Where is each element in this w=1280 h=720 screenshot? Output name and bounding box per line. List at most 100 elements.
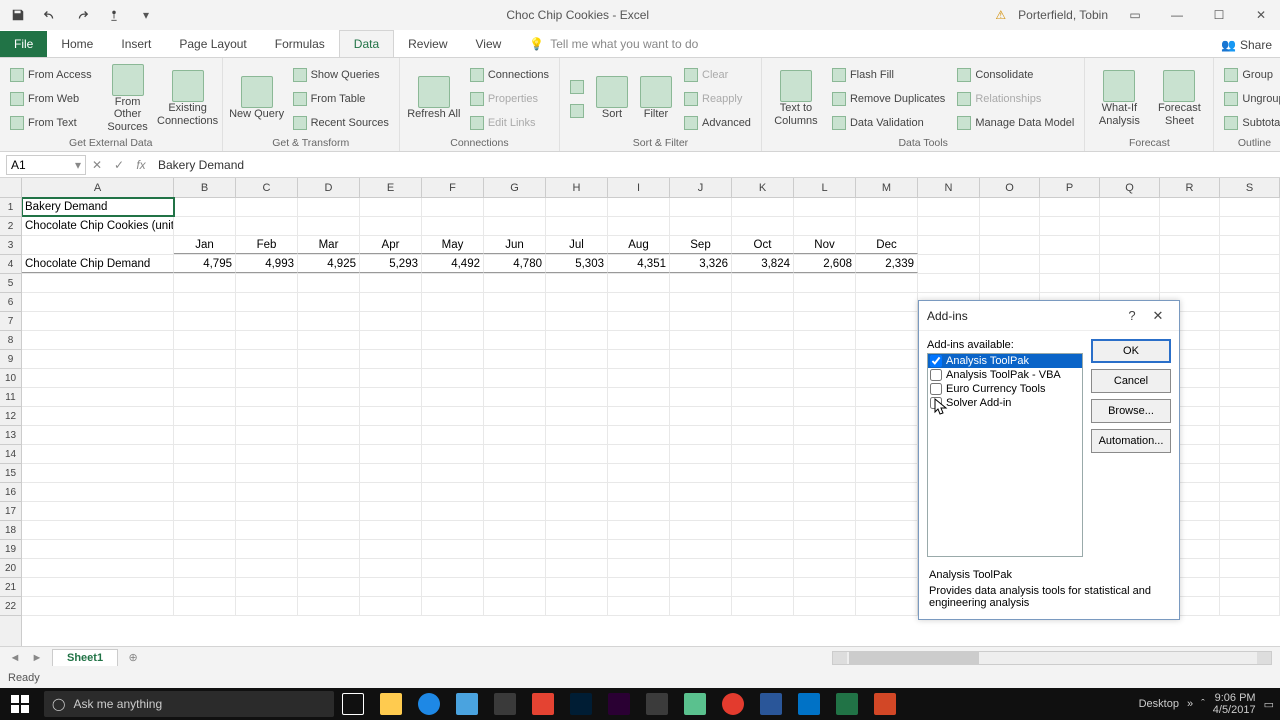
cell[interactable] <box>484 597 546 615</box>
row-header[interactable]: 22 <box>0 597 21 616</box>
cell[interactable] <box>484 540 546 558</box>
cell[interactable] <box>546 521 608 539</box>
task-view-icon[interactable] <box>334 688 372 720</box>
cell[interactable] <box>608 198 670 216</box>
cell[interactable] <box>670 350 732 368</box>
text-to-columns-button[interactable]: Text to Columns <box>768 64 824 134</box>
cell[interactable] <box>608 274 670 292</box>
cell[interactable] <box>546 350 608 368</box>
cell[interactable] <box>484 502 546 520</box>
cell[interactable] <box>608 521 670 539</box>
col-header[interactable]: L <box>794 178 856 197</box>
cell[interactable] <box>794 540 856 558</box>
cell[interactable] <box>546 597 608 615</box>
cell[interactable] <box>608 312 670 330</box>
excel-icon[interactable] <box>828 688 866 720</box>
cell[interactable] <box>732 521 794 539</box>
col-header[interactable]: A <box>22 178 174 197</box>
row-header[interactable]: 7 <box>0 312 21 331</box>
refresh-all-button[interactable]: Refresh All <box>406 64 462 134</box>
cell[interactable] <box>236 388 298 406</box>
cell[interactable]: 4,795 <box>174 255 236 273</box>
cell[interactable] <box>298 293 360 311</box>
manage-data-model-button[interactable]: Manage Data Model <box>953 112 1078 134</box>
cell[interactable] <box>918 198 980 216</box>
cell[interactable] <box>670 369 732 387</box>
cell[interactable] <box>174 578 236 596</box>
premiere-icon[interactable] <box>600 688 638 720</box>
connections-button[interactable]: Connections <box>466 64 553 86</box>
row-header[interactable]: 9 <box>0 350 21 369</box>
cell[interactable] <box>236 217 298 235</box>
cancel-formula-icon[interactable]: ✕ <box>86 158 108 172</box>
cell[interactable] <box>22 350 174 368</box>
cell[interactable]: Jul <box>546 236 608 254</box>
cell[interactable] <box>732 464 794 482</box>
cell[interactable] <box>236 445 298 463</box>
tab-view[interactable]: View <box>462 31 516 57</box>
cell[interactable] <box>856 445 918 463</box>
cell[interactable] <box>236 559 298 577</box>
cell[interactable]: 2,339 <box>856 255 918 273</box>
cell[interactable]: Chocolate Chip Demand <box>22 255 174 273</box>
cell[interactable] <box>22 483 174 501</box>
cell[interactable] <box>1220 445 1280 463</box>
cell[interactable] <box>732 274 794 292</box>
row-header[interactable]: 13 <box>0 426 21 445</box>
cell[interactable] <box>546 559 608 577</box>
cell[interactable] <box>22 426 174 444</box>
cell[interactable] <box>422 521 484 539</box>
cell[interactable] <box>980 255 1040 273</box>
cell[interactable] <box>1220 426 1280 444</box>
edge-icon[interactable] <box>410 688 448 720</box>
cell[interactable]: 5,293 <box>360 255 422 273</box>
addin-checkbox[interactable] <box>930 369 942 381</box>
cell[interactable] <box>174 293 236 311</box>
row-header[interactable]: 15 <box>0 464 21 483</box>
cell[interactable]: 4,492 <box>422 255 484 273</box>
cell[interactable] <box>546 483 608 501</box>
row-header[interactable]: 6 <box>0 293 21 312</box>
cell[interactable] <box>732 445 794 463</box>
cell[interactable] <box>1220 369 1280 387</box>
cell[interactable] <box>794 293 856 311</box>
cell[interactable] <box>856 407 918 425</box>
cell[interactable] <box>298 350 360 368</box>
cell[interactable] <box>422 464 484 482</box>
recent-sources-button[interactable]: Recent Sources <box>289 112 393 134</box>
cell[interactable] <box>732 198 794 216</box>
cell[interactable] <box>422 559 484 577</box>
filter-button[interactable]: Filter <box>636 64 676 134</box>
cell[interactable] <box>422 331 484 349</box>
cell[interactable] <box>794 274 856 292</box>
fx-icon[interactable]: fx <box>130 158 152 172</box>
cell[interactable]: Aug <box>608 236 670 254</box>
tray-expand-icon[interactable]: » <box>1187 698 1193 710</box>
data-validation-button[interactable]: Data Validation <box>828 112 949 134</box>
cell[interactable] <box>360 464 422 482</box>
from-text-button[interactable]: From Text <box>6 112 96 134</box>
row-header[interactable]: 12 <box>0 407 21 426</box>
cell[interactable] <box>484 350 546 368</box>
cell[interactable] <box>298 559 360 577</box>
calculator-icon[interactable] <box>486 688 524 720</box>
cell[interactable] <box>174 445 236 463</box>
cell[interactable] <box>856 293 918 311</box>
cell[interactable] <box>670 578 732 596</box>
row-header[interactable]: 19 <box>0 540 21 559</box>
cell[interactable] <box>484 426 546 444</box>
cell[interactable]: Apr <box>360 236 422 254</box>
cell[interactable] <box>1220 331 1280 349</box>
cell[interactable] <box>856 388 918 406</box>
cell[interactable] <box>22 445 174 463</box>
from-other-sources-button[interactable]: From Other Sources <box>100 64 156 134</box>
cell[interactable] <box>298 597 360 615</box>
cell[interactable] <box>856 331 918 349</box>
cell[interactable] <box>608 597 670 615</box>
cell[interactable] <box>856 464 918 482</box>
cell[interactable] <box>236 274 298 292</box>
cell[interactable] <box>360 483 422 501</box>
cell[interactable] <box>608 369 670 387</box>
tab-home[interactable]: Home <box>47 31 107 57</box>
cell[interactable] <box>608 464 670 482</box>
